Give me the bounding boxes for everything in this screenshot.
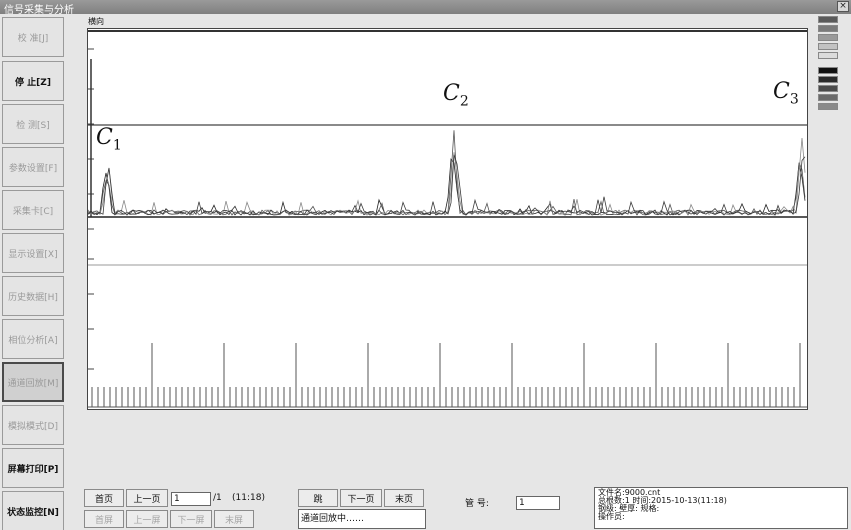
- channel-playback-button[interactable]: 通道回放[M]: [2, 362, 64, 402]
- prev-page-button[interactable]: 上一页: [126, 489, 168, 507]
- first-screen-button[interactable]: 首屏: [84, 510, 124, 528]
- screen-print-button[interactable]: 屏幕打印[P]: [2, 448, 64, 488]
- color-swatch: [818, 25, 838, 32]
- plot-label: 横向: [88, 17, 104, 26]
- sidebar: 校 准[J] 停 止[Z] 检 测[S] 参数设置[F] 采集卡[C] 显示设置…: [0, 14, 66, 530]
- peak-label-c3: C3: [773, 79, 799, 108]
- simulation-mode-button[interactable]: 模拟模式[D]: [2, 405, 64, 445]
- signal-trace: [88, 130, 806, 216]
- color-swatch: [818, 85, 838, 92]
- color-swatch: [818, 43, 838, 50]
- signal-trace: [88, 158, 806, 216]
- color-swatch: [818, 94, 838, 101]
- title-bar: 信号采集与分析 ×: [0, 0, 851, 16]
- page-total: /1: [213, 493, 222, 503]
- history-data-button[interactable]: 历史数据[H]: [2, 276, 64, 316]
- parameter-settings-button[interactable]: 参数设置[F]: [2, 147, 64, 187]
- color-swatch: [818, 34, 838, 41]
- first-page-button[interactable]: 首页: [84, 489, 124, 507]
- tube-number-label: 管 号:: [465, 499, 489, 509]
- time-range: (11:18): [232, 493, 265, 503]
- calibrate-button[interactable]: 校 准[J]: [2, 17, 64, 57]
- color-swatch: [818, 103, 838, 110]
- detect-button[interactable]: 检 测[S]: [2, 104, 64, 144]
- color-swatch: [818, 16, 838, 23]
- next-screen-button[interactable]: 下一屏: [170, 510, 212, 528]
- color-swatch: [818, 76, 838, 83]
- file-operator: 操作员:: [598, 512, 625, 521]
- color-legend: [818, 16, 840, 112]
- next-page-button[interactable]: 下一页: [340, 489, 382, 507]
- acquisition-card-button[interactable]: 采集卡[C]: [2, 190, 64, 230]
- last-screen-button[interactable]: 末屏: [214, 510, 254, 528]
- prev-screen-button[interactable]: 上一屏: [126, 510, 168, 528]
- status-message: 通道回放中……: [298, 509, 426, 529]
- color-swatch: [818, 67, 838, 74]
- signal-plot: C1 C2 C3: [87, 28, 808, 410]
- jump-button[interactable]: 跳: [298, 489, 338, 507]
- file-info-panel: 文件名:9000.cnt 总根数:1 时间:2015-10-13(11:18) …: [594, 487, 848, 529]
- color-swatch: [818, 52, 838, 59]
- status-monitor-button[interactable]: 状态监控[N]: [2, 491, 64, 530]
- last-page-button[interactable]: 末页: [384, 489, 424, 507]
- file-spec: 钢级: 壁厚: 规格:: [598, 504, 660, 513]
- tube-number-input[interactable]: 1: [516, 496, 560, 510]
- display-settings-button[interactable]: 显示设置[X]: [2, 233, 64, 273]
- peak-label-c2: C2: [443, 81, 469, 110]
- stop-button[interactable]: 停 止[Z]: [2, 61, 64, 101]
- close-icon[interactable]: ×: [837, 1, 849, 12]
- page-input[interactable]: 1: [171, 492, 211, 506]
- phase-analysis-button[interactable]: 相位分析[A]: [2, 319, 64, 359]
- peak-label-c1: C1: [96, 125, 122, 154]
